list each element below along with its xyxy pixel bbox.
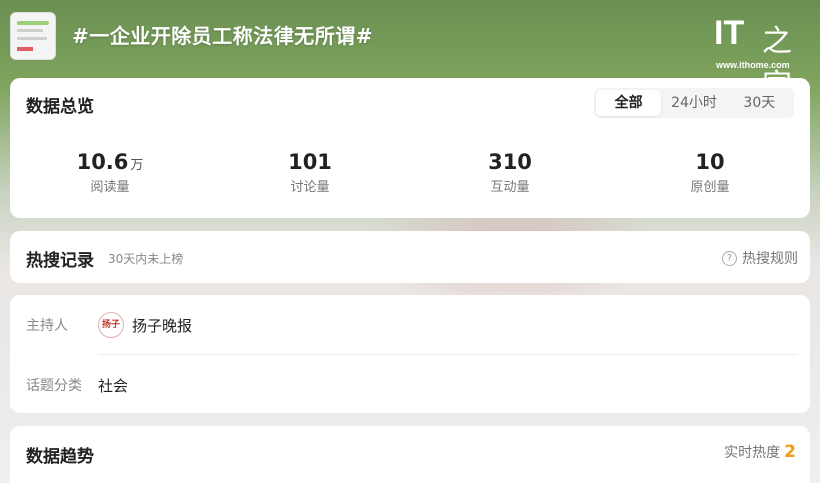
stat-value: 101: [288, 150, 332, 174]
stat-label: 原创量: [690, 180, 730, 195]
stat-unit: 万: [130, 158, 144, 173]
question-icon: ?: [722, 250, 737, 266]
hot-search-card: 热搜记录 30天内未上榜 ? 热搜规则: [10, 231, 810, 283]
trend-title: 数据趋势: [26, 447, 94, 467]
stat-value: 310: [488, 150, 532, 174]
topic-info-card: 主持人 扬子 扬子晚报 话题分类 社会: [10, 295, 810, 413]
ithome-logo: IT之家 www.ithome.com: [714, 14, 792, 103]
tab-all[interactable]: 全部: [596, 90, 662, 116]
realtime-heat: 实时热度 2: [724, 442, 796, 462]
host-avatar[interactable]: 扬子: [98, 312, 124, 338]
host-name[interactable]: 扬子晚报: [132, 315, 192, 336]
time-range-tabs: 全部 24小时 30天: [594, 88, 794, 118]
overview-title: 数据总览: [26, 97, 94, 117]
host-label: 主持人: [26, 318, 68, 334]
topic-title: #一企业开除员工称法律无所谓#: [72, 24, 374, 48]
logo-url: www.ithome.com: [716, 60, 790, 70]
category-row: 话题分类 社会: [26, 369, 796, 401]
hot-search-rules-link[interactable]: ? 热搜规则: [722, 248, 798, 268]
tab-30d[interactable]: 30天: [727, 90, 792, 116]
stat-value: 10.6: [76, 150, 129, 174]
data-trend-card: 数据趋势 实时热度 2: [10, 426, 810, 483]
divider: [98, 354, 798, 355]
stat-label: 互动量: [490, 180, 530, 195]
realtime-value: 2: [784, 442, 796, 462]
data-overview-card: 数据总览 全部 24小时 30天 10.6 万 阅读量 101 讨论量 310 互…: [10, 78, 810, 218]
rules-label: 热搜规则: [742, 251, 798, 267]
stat-label: 讨论量: [290, 180, 330, 195]
stat-interactions: 310 互动量: [410, 150, 610, 195]
stat-discussions: 101 讨论量: [210, 150, 410, 195]
hot-search-title: 热搜记录: [26, 251, 94, 271]
topic-thumbnail[interactable]: [10, 12, 56, 60]
host-row: 主持人 扬子 扬子晚报: [26, 309, 796, 341]
stat-value: 10: [695, 150, 725, 174]
category-value: 社会: [98, 376, 129, 395]
tab-24h[interactable]: 24小时: [661, 90, 726, 116]
topic-header: #一企业开除员工称法律无所谓# IT之家 www.ithome.com: [0, 0, 820, 103]
stats-row: 10.6 万 阅读量 101 讨论量 310 互动量 10 原创量: [10, 150, 810, 195]
hot-search-subtitle: 30天内未上榜: [108, 252, 184, 266]
stat-reads: 10.6 万 阅读量: [10, 150, 210, 195]
category-label: 话题分类: [26, 378, 82, 394]
realtime-label: 实时热度: [724, 445, 781, 461]
stat-originals: 10 原创量: [610, 150, 810, 195]
stat-label: 阅读量: [90, 180, 130, 195]
